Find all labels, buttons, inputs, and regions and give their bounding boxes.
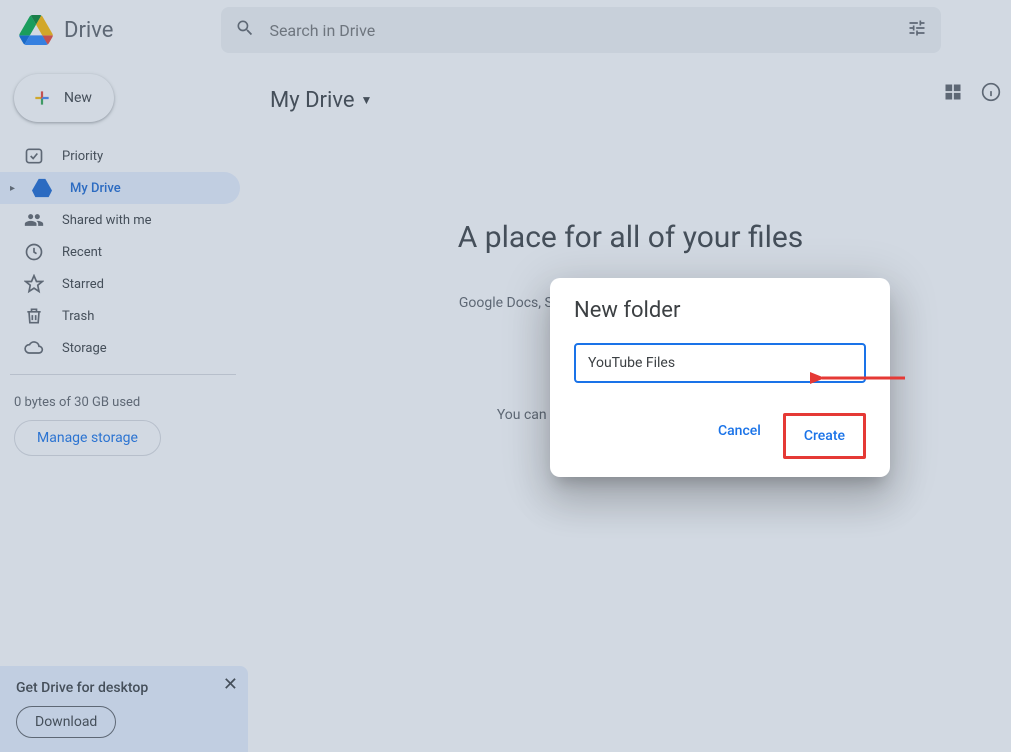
sidebar-item-mydrive[interactable]: ▸ My Drive [0,172,240,204]
breadcrumb[interactable]: My Drive ▼ [270,70,991,130]
download-button[interactable]: Download [16,706,116,738]
sidebar-item-priority[interactable]: Priority [0,140,240,172]
plus-icon [32,88,52,108]
priority-icon [24,146,44,166]
sidebar-item-label: Recent [62,245,102,260]
manage-storage-button[interactable]: Manage storage [14,420,161,456]
new-folder-modal: New folder Cancel Create [550,278,890,477]
modal-title: New folder [574,298,866,323]
new-button[interactable]: New [14,74,114,122]
sidebar-item-label: Storage [62,341,107,356]
desktop-promo-banner: ✕ Get Drive for desktop Download [0,666,248,752]
sidebar: New Priority ▸ My Drive Shared with me R… [0,60,250,752]
info-icon[interactable] [981,82,1001,106]
sidebar-item-label: Priority [62,149,103,164]
drive-icon [32,178,52,198]
create-button[interactable]: Create [790,418,859,454]
sidebar-item-label: Trash [62,309,94,324]
app-title: Drive [64,18,113,43]
tune-icon[interactable] [907,18,927,42]
sidebar-item-recent[interactable]: Recent [0,236,240,268]
cloud-icon [24,338,44,358]
chevron-down-icon: ▼ [361,93,373,107]
folder-name-input[interactable] [574,343,866,383]
search-input[interactable] [269,21,893,40]
people-icon [24,210,44,230]
new-button-label: New [64,90,92,106]
search-bar[interactable] [221,7,941,53]
breadcrumb-title: My Drive [270,88,355,113]
trash-icon [24,306,44,326]
sidebar-item-label: Starred [62,277,104,292]
cancel-button[interactable]: Cancel [704,413,775,449]
sidebar-item-label: My Drive [70,181,121,196]
grid-view-icon[interactable] [943,82,963,106]
storage-usage-text: 0 bytes of 30 GB used [14,395,240,410]
sidebar-item-trash[interactable]: Trash [0,300,240,332]
empty-state-title: A place for all of your files [270,220,991,255]
search-icon [235,18,255,42]
create-button-highlight: Create [783,413,866,459]
sidebar-item-storage[interactable]: Storage [0,332,240,364]
clock-icon [24,242,44,262]
sidebar-item-shared[interactable]: Shared with me [0,204,240,236]
close-icon[interactable]: ✕ [223,674,238,695]
star-icon [24,274,44,294]
chevron-right-icon: ▸ [10,183,18,194]
sidebar-item-label: Shared with me [62,213,152,228]
divider [10,374,236,375]
desktop-promo-title: Get Drive for desktop [16,680,232,696]
sidebar-item-starred[interactable]: Starred [0,268,240,300]
drive-logo [16,10,56,50]
